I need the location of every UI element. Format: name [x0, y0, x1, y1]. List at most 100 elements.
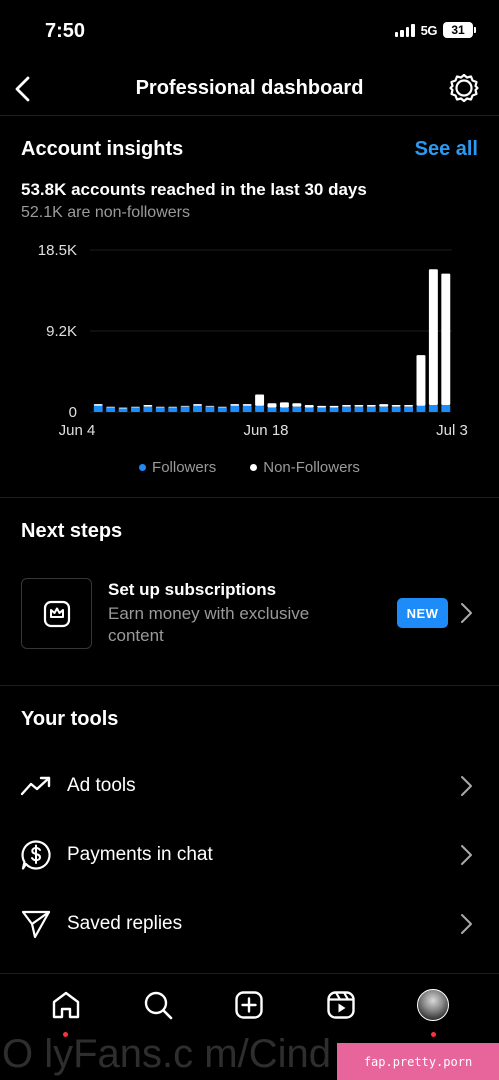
tab-reels[interactable] — [321, 985, 361, 1025]
bar-non-followers — [267, 403, 277, 408]
reach-bar-chart: 18.5K 9.2K 0Jun 4 Jun 18 Jul 3 — [38, 242, 468, 439]
tool-row-saved-replies[interactable]: Saved replies — [0, 894, 499, 954]
bar-followers — [193, 405, 202, 412]
profile-notification-dot — [430, 1032, 436, 1037]
bar-followers — [354, 406, 364, 412]
tab-search[interactable] — [138, 985, 178, 1025]
battery-level: 31 — [451, 23, 465, 37]
bar-followers — [155, 407, 165, 412]
bar-followers — [317, 407, 327, 412]
your-tools-title: Your tools — [21, 708, 119, 730]
bar-non-followers — [428, 269, 438, 405]
bar-non-followers — [180, 405, 190, 407]
page-title: Professional dashboard — [135, 77, 364, 99]
tool-label: Saved replies — [67, 913, 183, 934]
y-tick-label: 9.2K — [46, 323, 77, 340]
x-tick-label: Jul 3 — [436, 422, 468, 439]
bar-followers — [230, 405, 240, 412]
bar-non-followers — [416, 355, 426, 406]
bar-followers — [205, 406, 215, 412]
bar-non-followers — [255, 394, 265, 406]
bar-followers — [342, 406, 351, 412]
x-tick-label: Jun 18 — [243, 422, 288, 439]
tool-row-ad-tools[interactable]: Ad tools — [0, 756, 499, 816]
bar-non-followers — [317, 405, 327, 408]
bar-followers — [168, 407, 178, 412]
bar-non-followers — [366, 404, 376, 407]
gear-icon — [449, 73, 479, 103]
legend-item-followers: Followers — [139, 459, 216, 476]
tab-profile[interactable] — [413, 985, 453, 1037]
account-insights-title: Account insights — [21, 138, 184, 160]
trending-up-icon — [20, 776, 51, 796]
send-icon — [21, 910, 51, 939]
bar-non-followers — [205, 405, 215, 407]
status-time: 7:50 — [45, 20, 86, 42]
subscriptions-title: Set up subscriptions — [108, 580, 277, 599]
subscriptions-icon-box — [21, 578, 92, 649]
bar-non-followers — [292, 403, 302, 407]
bar-non-followers — [379, 404, 389, 407]
bar-followers — [366, 406, 376, 412]
bar-followers — [180, 406, 190, 412]
bar-followers — [304, 407, 314, 412]
profile-avatar — [417, 989, 450, 1021]
see-all-link[interactable]: See all — [415, 138, 478, 161]
bar-followers — [242, 405, 252, 412]
tab-create[interactable] — [229, 985, 269, 1025]
bar-non-followers — [329, 405, 339, 408]
y-tick-label: 0 — [69, 404, 77, 421]
legend-dot-non-followers — [250, 464, 258, 471]
bar-followers — [130, 407, 140, 412]
bar-followers — [428, 404, 438, 412]
create-icon — [235, 991, 264, 1019]
accounts-reached-text: 53.8K accounts reached in the last 30 da… — [21, 180, 367, 199]
bar-non-followers — [168, 406, 178, 408]
legend-label-non-followers: Non-Followers — [263, 459, 360, 476]
bar-non-followers — [404, 404, 414, 407]
subscriptions-description: Earn money with exclusive content — [108, 604, 310, 645]
bar-followers — [416, 405, 426, 412]
bar-followers — [267, 407, 277, 412]
nav-header: Professional dashboard — [0, 62, 499, 116]
cellular-signal-icon — [394, 23, 415, 37]
bar-non-followers — [106, 406, 116, 408]
bar-non-followers — [193, 404, 202, 406]
bar-non-followers — [391, 404, 401, 407]
settings-button[interactable] — [449, 73, 479, 103]
site-watermark-badge: fap.pretty.porn — [337, 1043, 499, 1080]
bar-non-followers — [93, 404, 103, 406]
bar-non-followers — [130, 406, 140, 408]
non-followers-text: 52.1K are non-followers — [21, 204, 190, 221]
watermark-text: O lyFans.c m/Cind M 7 — [2, 1032, 340, 1076]
tab-home[interactable] — [46, 985, 86, 1037]
bar-non-followers — [441, 273, 451, 405]
tool-label: Payments in chat — [67, 844, 213, 865]
bottom-tab-bar — [0, 975, 499, 1037]
y-tick-label: 18.5K — [38, 242, 77, 259]
bar-followers — [143, 406, 153, 412]
bar-non-followers — [304, 404, 314, 408]
subscriptions-card[interactable]: Set up subscriptions Earn money with exc… — [0, 574, 499, 650]
your-tools-section: Your tools Ad tools Payments in chat Sav… — [0, 686, 499, 974]
legend-item-non-followers: Non-Followers — [250, 459, 360, 476]
tool-row-payments-in-chat[interactable]: Payments in chat — [0, 825, 499, 885]
bar-non-followers — [279, 402, 289, 408]
bar-non-followers — [155, 406, 165, 408]
dollar-chat-icon — [21, 840, 51, 870]
bar-non-followers — [118, 407, 128, 409]
tool-label: Ad tools — [67, 775, 136, 796]
bar-followers — [379, 406, 389, 412]
bar-followers — [279, 407, 289, 412]
battery-icon: 31 — [443, 22, 476, 38]
bar-non-followers — [143, 404, 153, 407]
bar-followers — [106, 407, 116, 412]
chart-legend: Followers Non-Followers — [0, 459, 499, 476]
x-tick-label: Jun 4 — [59, 422, 96, 439]
bar-followers — [255, 405, 265, 412]
bar-followers — [93, 405, 103, 412]
bar-followers — [217, 407, 227, 412]
bar-non-followers — [354, 404, 364, 407]
reels-icon — [327, 991, 355, 1019]
bar-non-followers — [342, 404, 351, 407]
